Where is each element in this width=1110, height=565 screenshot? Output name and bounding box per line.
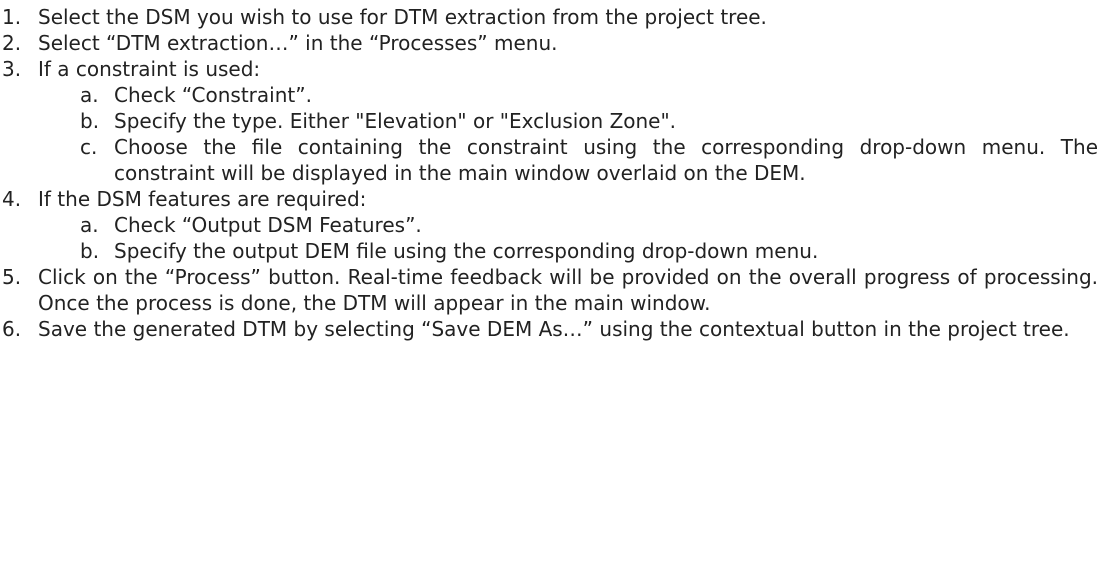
substep-text: Specify the output DEM file using the co… (114, 239, 819, 263)
step-4-substeps: a. Check “Output DSM Features”. b. Speci… (0, 212, 1098, 264)
substep-letter: c. (80, 135, 98, 159)
step-number: 2. (2, 31, 22, 55)
step-2: 2. Select “DTM extraction…” in the “Proc… (0, 30, 1098, 56)
step-number: 4. (2, 187, 22, 211)
substep-text: Specify the type. Either "Elevation" or … (114, 109, 677, 133)
substep-3b: b. Specify the type. Either "Elevation" … (0, 108, 1098, 134)
substep-4a: a. Check “Output DSM Features”. (0, 212, 1098, 238)
substep-text: Check “Constraint”. (114, 83, 312, 107)
step-4: 4. If the DSM features are required: (0, 186, 1098, 212)
step-1: 1. Select the DSM you wish to use for DT… (0, 4, 1098, 30)
step-text: If the DSM features are required: (38, 187, 367, 211)
substep-letter: b. (80, 109, 100, 133)
step-number: 6. (2, 317, 22, 341)
substep-text: Choose the file containing the constrain… (114, 135, 1098, 185)
step-3-substeps: a. Check “Constraint”. b. Specify the ty… (0, 82, 1098, 186)
substeps-list: a. Check “Output DSM Features”. b. Speci… (0, 212, 1098, 264)
step-5: 5. Click on the “Process” button. Real-t… (0, 264, 1098, 316)
substep-4b: b. Specify the output DEM file using the… (0, 238, 1098, 264)
substeps-list: a. Check “Constraint”. b. Specify the ty… (0, 82, 1098, 186)
step-text: If a constraint is used: (38, 57, 261, 81)
substep-letter: a. (80, 213, 99, 237)
step-number: 1. (2, 5, 22, 29)
steps-list: 1. Select the DSM you wish to use for DT… (0, 4, 1098, 342)
substep-3c: c. Choose the file containing the constr… (0, 134, 1098, 186)
substep-letter: a. (80, 83, 99, 107)
instruction-document: 1. Select the DSM you wish to use for DT… (0, 0, 1110, 565)
step-number: 5. (2, 265, 22, 289)
substep-3a: a. Check “Constraint”. (0, 82, 1098, 108)
step-text: Select the DSM you wish to use for DTM e… (38, 5, 767, 29)
step-6: 6. Save the generated DTM by selecting “… (0, 316, 1098, 342)
substep-text: Check “Output DSM Features”. (114, 213, 422, 237)
step-text: Click on the “Process” button. Real-time… (38, 265, 1098, 315)
substep-letter: b. (80, 239, 100, 263)
step-text: Select “DTM extraction…” in the “Process… (38, 31, 558, 55)
step-3: 3. If a constraint is used: (0, 56, 1098, 82)
step-text: Save the generated DTM by selecting “Sav… (38, 317, 1070, 341)
step-number: 3. (2, 57, 22, 81)
